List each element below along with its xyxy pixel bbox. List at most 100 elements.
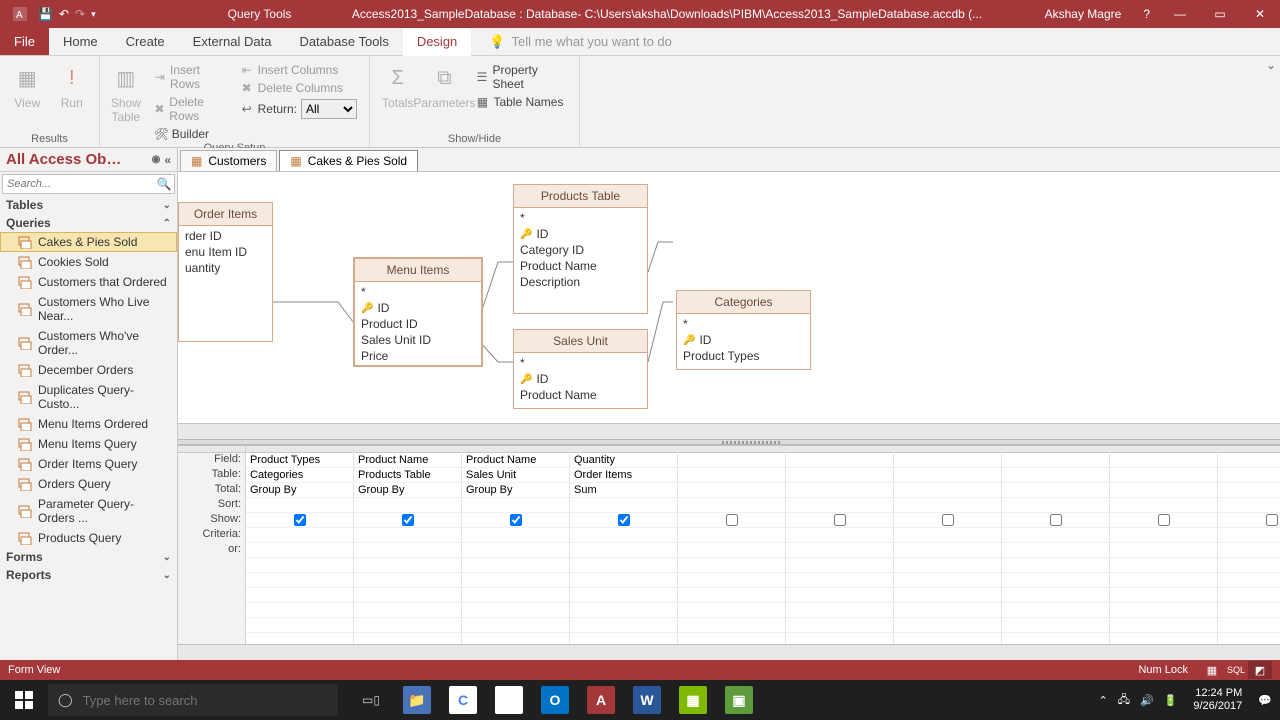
qbe-sort-cell[interactable] — [894, 498, 1001, 513]
search-icon[interactable]: 🔍 — [154, 175, 174, 193]
insert-columns-button[interactable]: ⇤Insert Columns — [236, 62, 361, 78]
field-row[interactable]: enu Item ID — [185, 244, 266, 260]
taskbar-search-input[interactable] — [83, 693, 328, 708]
nav-item-query[interactable]: Duplicates Query- Custo... — [0, 380, 177, 414]
taskbar-search[interactable]: ◯ — [48, 684, 338, 716]
qbe-or-cell[interactable] — [678, 543, 785, 558]
qbe-sort-cell[interactable] — [1218, 498, 1280, 513]
sql-view-button[interactable]: SQL — [1224, 661, 1248, 679]
doctab-customers[interactable]: ▦Customers — [180, 150, 277, 171]
datasheet-view-button[interactable]: ▦ — [1200, 661, 1224, 679]
qbe-col-selector[interactable] — [246, 446, 353, 453]
field-row[interactable]: Product Types — [683, 348, 804, 364]
field-row[interactable]: * — [361, 284, 475, 300]
qbe-show-cell[interactable] — [246, 513, 353, 528]
qbe-field-cell[interactable] — [1002, 453, 1109, 468]
field-row[interactable]: * — [683, 316, 804, 332]
qbe-total-cell[interactable] — [1002, 483, 1109, 498]
save-icon[interactable]: 💾 — [38, 7, 53, 21]
nav-group-tables[interactable]: Tables⌄ — [0, 196, 177, 214]
qbe-table-cell[interactable]: Products Table — [354, 468, 461, 483]
property-sheet-button[interactable]: ☰Property Sheet — [471, 62, 571, 92]
qbe-criteria-cell[interactable] — [1218, 528, 1280, 543]
run-button[interactable]: !Run — [53, 60, 92, 110]
canvas-hscrollbar[interactable] — [178, 423, 1280, 439]
qbe-sort-cell[interactable] — [1002, 498, 1109, 513]
nav-item-query[interactable]: Order Items Query — [0, 454, 177, 474]
tab-database-tools[interactable]: Database Tools — [285, 28, 402, 55]
parameters-button[interactable]: ⧉Parameters — [423, 60, 465, 110]
qbe-column[interactable]: Product TypesCategoriesGroup By — [246, 446, 354, 644]
nav-filter-icon[interactable]: ◉ — [152, 154, 161, 165]
show-checkbox[interactable] — [402, 514, 414, 526]
qbe-table-cell[interactable] — [894, 468, 1001, 483]
field-row[interactable]: rder ID — [185, 228, 266, 244]
qbe-or-cell[interactable] — [1110, 543, 1217, 558]
qbe-criteria-cell[interactable] — [894, 528, 1001, 543]
qbe-col-selector[interactable] — [354, 446, 461, 453]
query-design-canvas[interactable]: Order Items rder ID enu Item ID uantity … — [178, 172, 1280, 423]
qbe-criteria-cell[interactable] — [570, 528, 677, 543]
qbe-sort-cell[interactable] — [462, 498, 569, 513]
field-row[interactable]: Price — [361, 348, 475, 364]
qbe-col-selector[interactable] — [1218, 446, 1280, 453]
show-checkbox[interactable] — [726, 514, 738, 526]
qbe-or-cell[interactable] — [570, 543, 677, 558]
qbe-col-selector[interactable] — [678, 446, 785, 453]
qbe-col-selector[interactable] — [1110, 446, 1217, 453]
system-tray[interactable]: ⌃ 🖧 🔊 🔋 12:24 PM 9/26/2017 💬 — [1090, 687, 1280, 713]
tray-volume-icon[interactable]: 🔊 — [1140, 694, 1154, 707]
qbe-total-cell[interactable] — [894, 483, 1001, 498]
taskbar-app[interactable]: ▦ — [670, 680, 716, 720]
qbe-col-selector[interactable] — [570, 446, 677, 453]
nav-item-query[interactable]: Parameter Query- Orders ... — [0, 494, 177, 528]
show-checkbox[interactable] — [1266, 514, 1278, 526]
field-row[interactable]: Product Name — [520, 387, 641, 403]
show-checkbox[interactable] — [1158, 514, 1170, 526]
collapse-ribbon-icon[interactable]: ⌄ — [1262, 56, 1280, 147]
qbe-col-selector[interactable] — [786, 446, 893, 453]
qbe-total-cell[interactable]: Sum — [570, 483, 677, 498]
show-checkbox[interactable] — [510, 514, 522, 526]
table-menu-items[interactable]: Menu Items * 🔑ID Product ID Sales Unit I… — [353, 257, 483, 367]
tab-create[interactable]: Create — [112, 28, 179, 55]
delete-rows-button[interactable]: ✖Delete Rows — [150, 94, 230, 124]
qbe-field-cell[interactable] — [894, 453, 1001, 468]
nav-group-forms[interactable]: Forms⌄ — [0, 548, 177, 566]
nav-item-query[interactable]: Customers that Ordered — [0, 272, 177, 292]
qbe-table-cell[interactable]: Categories — [246, 468, 353, 483]
qbe-column[interactable] — [1110, 446, 1218, 644]
minimize-button[interactable]: — — [1160, 0, 1200, 28]
tab-design[interactable]: Design — [403, 28, 471, 55]
field-row[interactable]: Category ID — [520, 242, 641, 258]
qbe-total-cell[interactable] — [678, 483, 785, 498]
return-select[interactable]: All — [301, 99, 357, 119]
qbe-show-cell[interactable] — [1110, 513, 1217, 528]
qbe-field-cell[interactable] — [786, 453, 893, 468]
tray-network-icon[interactable]: 🖧 — [1118, 691, 1130, 710]
table-order-items[interactable]: Order Items rder ID enu Item ID uantity — [178, 202, 273, 342]
task-view-button[interactable]: ▭▯ — [348, 680, 394, 720]
qbe-sort-cell[interactable] — [786, 498, 893, 513]
qbe-show-cell[interactable] — [1002, 513, 1109, 528]
close-button[interactable]: ✕ — [1240, 0, 1280, 28]
qbe-criteria-cell[interactable] — [1002, 528, 1109, 543]
qbe-total-cell[interactable] — [1218, 483, 1280, 498]
taskbar-app[interactable]: C — [440, 680, 486, 720]
field-row[interactable]: Product Name — [520, 258, 641, 274]
qbe-column[interactable] — [1002, 446, 1110, 644]
nav-search-input[interactable] — [3, 175, 154, 193]
field-row[interactable]: 🔑ID — [361, 300, 475, 316]
vertical-splitter[interactable] — [178, 439, 1280, 445]
field-row[interactable]: * — [520, 210, 641, 226]
qbe-show-cell[interactable] — [786, 513, 893, 528]
qbe-sort-cell[interactable] — [570, 498, 677, 513]
delete-columns-button[interactable]: ✖Delete Columns — [236, 80, 361, 96]
qbe-show-cell[interactable] — [894, 513, 1001, 528]
nav-group-queries[interactable]: Queries⌃ — [0, 214, 177, 232]
qbe-col-selector[interactable] — [462, 446, 569, 453]
qbe-show-cell[interactable] — [354, 513, 461, 528]
field-row[interactable]: Description — [520, 274, 641, 290]
field-row[interactable]: Product ID — [361, 316, 475, 332]
taskbar-app[interactable]: 📁 — [394, 680, 440, 720]
